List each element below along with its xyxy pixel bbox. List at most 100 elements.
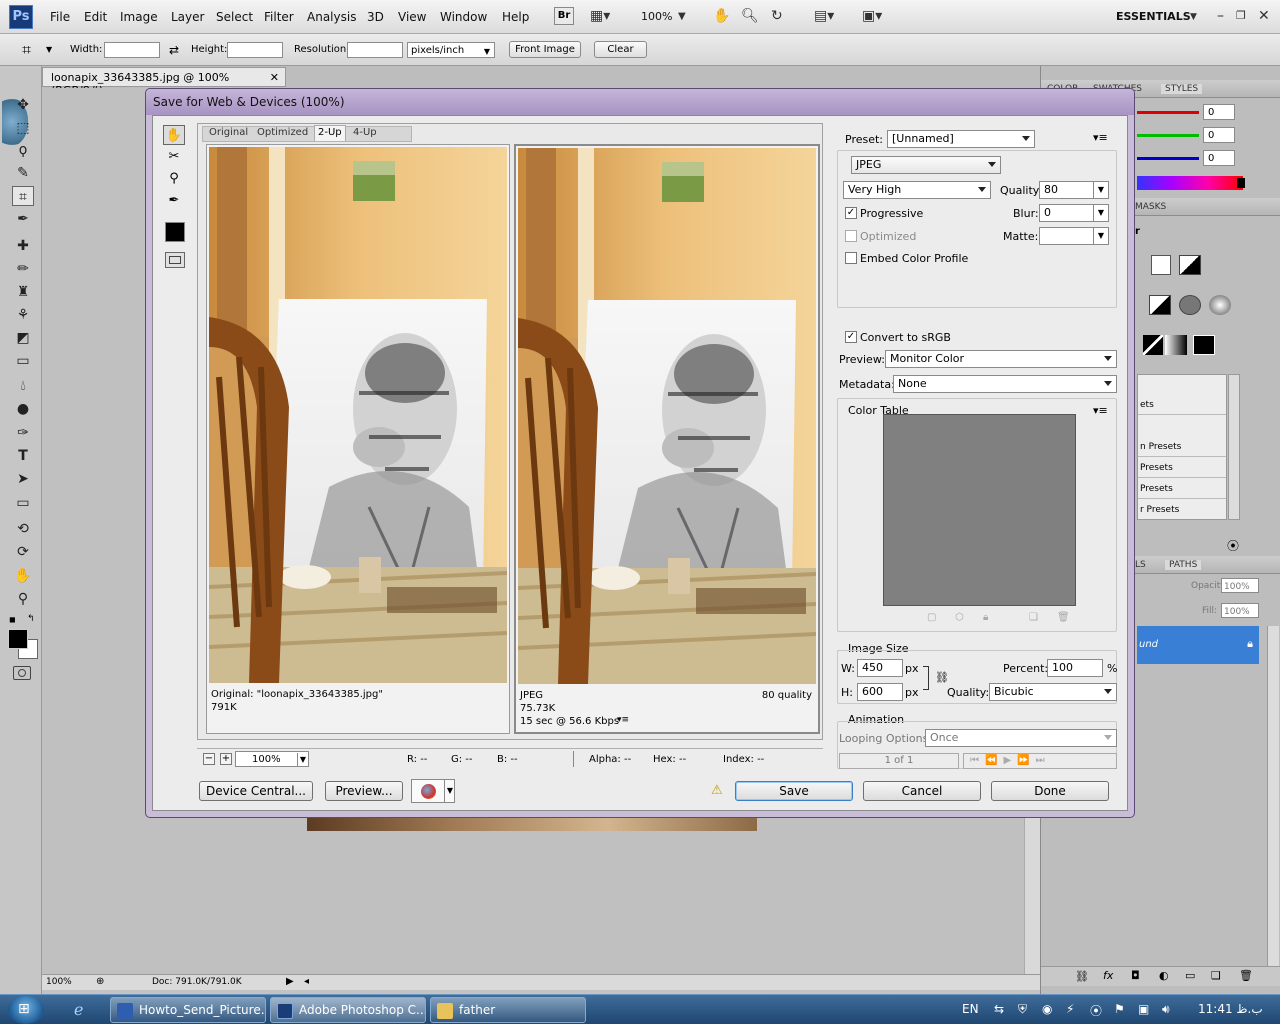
quick-selection-tool-icon[interactable]: ✎	[12, 163, 34, 183]
constrain-proportions-icon[interactable]: ⛓	[935, 671, 949, 684]
matte-select[interactable]: ▼	[1039, 227, 1109, 245]
preset-item[interactable]: Presets	[1138, 479, 1226, 499]
minimize-icon[interactable]: –	[1217, 8, 1224, 24]
restore-icon[interactable]: ❐	[1236, 9, 1246, 22]
taskbar-item-photoshop[interactable]: Adobe Photoshop C...	[270, 997, 426, 1023]
3d-orbit-tool-icon[interactable]: ⟳	[12, 542, 34, 562]
marquee-tool-icon[interactable]: ⬚	[12, 118, 34, 138]
tray-icon-flag[interactable]: ⚑	[1114, 1002, 1125, 1016]
start-button[interactable]: ⊞	[8, 996, 44, 1024]
convert-srgb-checkbox[interactable]: ✓	[845, 331, 857, 343]
zoom-dropdown-icon[interactable]: ▼	[678, 11, 686, 22]
toggle-slices-icon[interactable]	[165, 252, 185, 268]
swap-colors-icon[interactable]: ↰	[27, 614, 35, 624]
tray-icon-display[interactable]: ▣	[1138, 1002, 1149, 1016]
quick-mask-icon[interactable]	[13, 666, 31, 680]
download-speed-menu-icon[interactable]: ▾≡	[617, 715, 629, 725]
preset-item[interactable]: Presets	[1138, 458, 1226, 478]
resolution-input[interactable]	[347, 42, 403, 58]
quality-field[interactable]: 80 ▼	[1039, 181, 1109, 199]
color-ramp[interactable]	[1137, 176, 1243, 190]
dodge-tool-icon[interactable]: ●	[12, 399, 34, 419]
add-color-icon[interactable]: ❏	[1029, 612, 1038, 623]
presets-scrollbar[interactable]	[1228, 374, 1240, 520]
color-ramp-black[interactable]	[1237, 178, 1245, 188]
dialog-hand-tool-icon[interactable]: ✋	[163, 125, 185, 145]
lasso-tool-icon[interactable]: ϙ	[12, 140, 34, 160]
gradient-tool-icon[interactable]: ▭	[12, 351, 34, 371]
delete-color-icon[interactable]: 🗑︎	[1057, 612, 1070, 623]
tab-2-up[interactable]: 2-Up	[314, 125, 346, 141]
new-layer-icon[interactable]: ❏	[1211, 969, 1221, 982]
dialog-titlebar[interactable]: Save for Web & Devices (100%)	[146, 89, 1134, 115]
tab-styles[interactable]: STYLES	[1161, 84, 1203, 94]
scroll-left-icon[interactable]: ◂	[304, 976, 309, 987]
preset-select[interactable]: [Unnamed]	[887, 130, 1035, 148]
looping-select[interactable]: Once	[925, 729, 1117, 747]
menu-filter[interactable]: Filter	[264, 10, 294, 24]
percent-field[interactable]: 100	[1047, 659, 1103, 677]
tray-icon-shield[interactable]: ⛨	[1018, 1002, 1027, 1017]
lock-color-icon[interactable]: 🔒︎	[983, 612, 988, 623]
language-indicator[interactable]: EN	[962, 1002, 979, 1016]
color-table-swatches[interactable]	[883, 414, 1076, 606]
arrange-documents-icon[interactable]: ▤▾	[814, 8, 834, 24]
menu-window[interactable]: Window	[440, 10, 487, 24]
fx-icon[interactable]: fx	[1103, 969, 1113, 982]
clone-stamp-tool-icon[interactable]: ♜	[12, 282, 34, 302]
crop-tool-icon[interactable]: ⌗	[22, 40, 31, 60]
zoom-out-icon[interactable]: −	[203, 753, 215, 765]
menu-image[interactable]: Image	[120, 10, 158, 24]
link-layers-icon[interactable]: ⛓	[1075, 970, 1089, 983]
prev-frame-icon[interactable]: ⏪	[985, 755, 1003, 766]
blur-dropdown-icon[interactable]: ▼	[1093, 205, 1108, 221]
tray-icon-network[interactable]: ⇆	[994, 1002, 1004, 1016]
tray-icon-flash[interactable]: ⚡	[1066, 1002, 1074, 1016]
delete-layer-icon[interactable]: 🗑︎	[1239, 969, 1253, 982]
zoom-in-icon[interactable]: +	[220, 753, 232, 765]
status-info-icon[interactable]: ⊕	[96, 976, 104, 987]
workspace-switcher[interactable]: ESSENTIALS	[1116, 10, 1191, 23]
preset-item[interactable]: n Presets	[1138, 437, 1226, 457]
menu-view[interactable]: View	[398, 10, 426, 24]
original-pane[interactable]: Original: "loonapix_33643385.jpg" 791K	[206, 144, 510, 734]
zoom-level[interactable]: 100%	[641, 10, 672, 23]
next-frame-icon[interactable]: ⏩	[1017, 755, 1035, 766]
pen-tool-icon[interactable]: ✑	[12, 423, 34, 443]
bw-icon[interactable]	[1149, 295, 1171, 315]
invert-icon[interactable]	[1143, 335, 1163, 355]
photoshop-logo-icon[interactable]: Ps	[9, 5, 33, 29]
menu-help[interactable]: Help	[502, 10, 529, 24]
format-select[interactable]: JPEG	[851, 156, 1001, 174]
tab-original[interactable]: Original	[206, 126, 251, 142]
workspace-dropdown-icon[interactable]: ▼	[1190, 12, 1197, 22]
last-frame-icon[interactable]: ⏭	[1036, 755, 1051, 766]
hand-tool-icon-2[interactable]: ✋	[12, 566, 34, 586]
embed-color-profile-checkbox[interactable]	[845, 252, 857, 264]
rectangle-shape-tool-icon[interactable]: ▭	[12, 493, 34, 513]
tray-icon-update[interactable]: ⦿	[1090, 1002, 1102, 1019]
healing-brush-tool-icon[interactable]: ✚	[12, 236, 34, 256]
save-button[interactable]: Save	[735, 781, 853, 801]
adjustments-footer-icon[interactable]: ⦿	[1227, 537, 1239, 554]
blur-tool-icon[interactable]: 💧︎	[12, 376, 34, 396]
clear-button[interactable]: Clear	[594, 41, 647, 58]
browser-preview-select[interactable]: ▼	[411, 779, 455, 803]
progressive-checkbox[interactable]: ✓	[845, 207, 857, 219]
zoom-level-select[interactable]: 100% ▼	[235, 751, 309, 767]
adjustment-layer-icon[interactable]: ◐	[1159, 969, 1169, 982]
cancel-button[interactable]: Cancel	[863, 781, 981, 801]
swap-dimensions-icon[interactable]: ⇄	[169, 43, 179, 57]
tab-optimized[interactable]: Optimized	[254, 126, 311, 142]
tab-masks[interactable]: MASKS	[1135, 202, 1166, 212]
dialog-zoom-tool-icon[interactable]: ⚲	[163, 169, 185, 189]
play-icon[interactable]: ▶	[1003, 755, 1017, 766]
eyedropper-tool-icon[interactable]: ✒	[12, 209, 34, 229]
tab-4-up[interactable]: 4-Up	[350, 126, 380, 142]
3d-rotate-tool-icon[interactable]: ⟲	[12, 519, 34, 539]
add-mask-icon[interactable]: ◘	[1131, 969, 1140, 982]
green-value-field[interactable]: 0	[1203, 127, 1235, 143]
gradient-map-icon[interactable]	[1165, 335, 1187, 355]
menu-edit[interactable]: Edit	[84, 10, 107, 24]
rotate-view-icon[interactable]: ↻	[771, 8, 783, 24]
